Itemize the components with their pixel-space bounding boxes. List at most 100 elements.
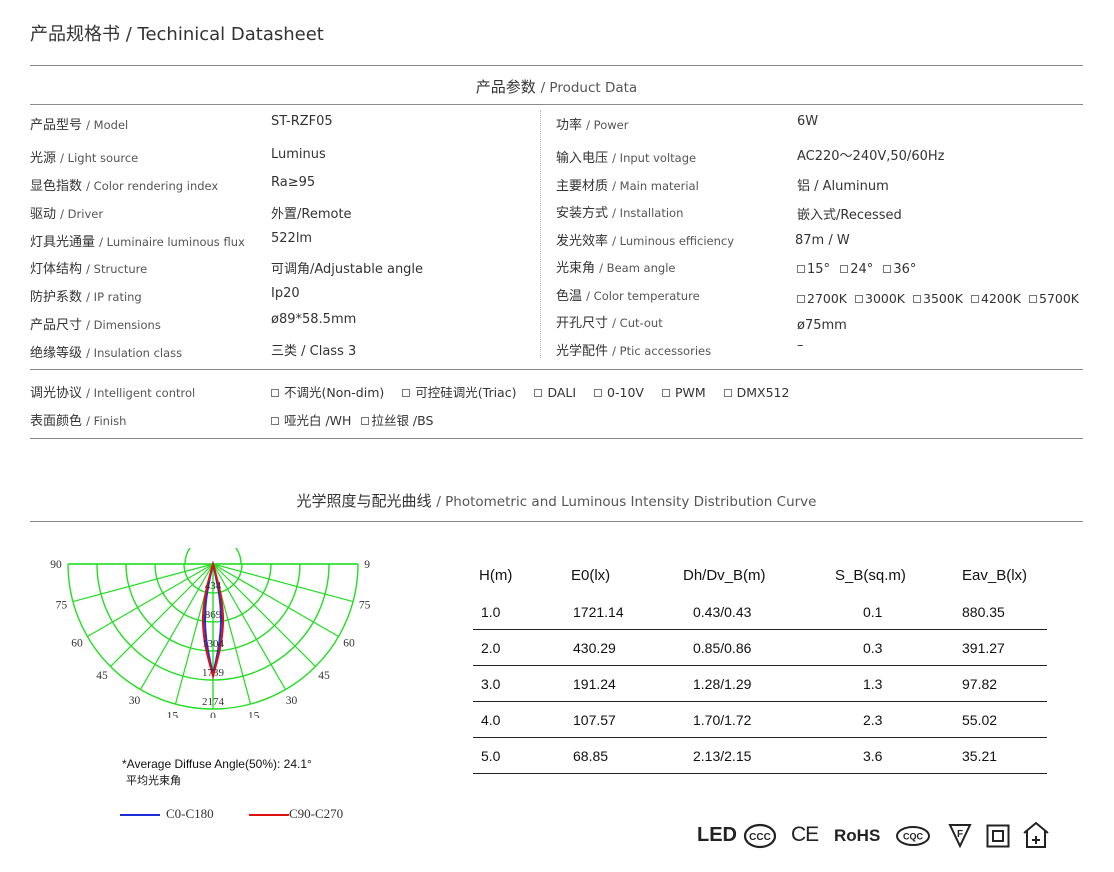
polar-intensity-label: 1739 [202, 667, 225, 679]
spec-value-driver: 外置/Remote [271, 207, 352, 222]
table-row: 5.0 68.85 2.13/2.15 3.6 35.21 [473, 737, 1047, 774]
beam-angle-option[interactable]: 15° [797, 262, 830, 277]
spec-value-ip-rating: Ip20 [271, 286, 300, 301]
divider [30, 65, 1083, 66]
control-option-non-dim[interactable]: 不调光(Non-dim) [271, 382, 384, 401]
diffuse-angle-note: *Average Diffuse Angle(50%): 24.1° [122, 757, 312, 771]
finish-label: 表面颜色 / Finish [30, 414, 127, 429]
led-mark-icon: LED [697, 824, 737, 846]
spec-label-beam-angle: 光束角 / Beam angle [556, 261, 676, 276]
spec-value-installation: 嵌入式/Recessed [797, 208, 902, 223]
table-cell: 0.3 [835, 629, 960, 666]
rohs-mark-icon: RoHS [834, 826, 881, 845]
table-cell: 0.85/0.86 [683, 629, 835, 666]
control-option-dmx512[interactable]: DMX512 [723, 385, 789, 400]
polar-angle-label-left: 90 [50, 559, 62, 571]
table-cell: 2.3 [835, 701, 960, 738]
color-temp-option[interactable]: 3000K [855, 291, 905, 306]
beam-angle-option[interactable]: 24° [840, 262, 873, 277]
spec-label-color-temperature: 色温 / Color temperature [556, 289, 700, 304]
divider [30, 438, 1083, 439]
color-temp-option[interactable]: 3500K [913, 291, 963, 306]
polar-angle-label-zero: 0 [210, 711, 216, 718]
table-cell: 3.0 [473, 665, 571, 702]
table-cell: 2.13/2.15 [683, 737, 835, 774]
legend-label-c0: C0-C180 [166, 806, 214, 821]
table-cell: 97.82 [960, 665, 1047, 702]
spec-value-cri: Ra≥95 [271, 175, 316, 190]
table-cell: 1.3 [835, 665, 960, 702]
finish-option-bs[interactable]: 拉丝银 /BS [361, 410, 433, 429]
svg-text:CQC: CQC [903, 832, 924, 842]
color-temp-option[interactable]: 2700K [797, 291, 847, 306]
legend-line-c0 [120, 814, 160, 816]
divider [30, 369, 1083, 370]
spec-label-driver: 驱动 / Driver [30, 207, 104, 222]
polar-angle-label-left: 30 [129, 695, 141, 707]
divider [30, 521, 1083, 522]
photometric-title: 光学照度与配光曲线 / Photometric and Luminous Int… [30, 490, 1083, 511]
polar-grid-spoke [72, 563, 214, 603]
polar-grid-spoke [212, 563, 316, 667]
table-row: 4.0 107.57 1.70/1.72 2.3 55.02 [473, 701, 1047, 738]
polar-angle-label-left: 75 [56, 600, 68, 612]
table-cell: 0.1 [835, 594, 960, 630]
table-cell: 1721.14 [571, 594, 683, 630]
table-row: 1.0 1721.14 0.43/0.43 0.1 880.35 [473, 594, 1047, 630]
table-cell: 0.43/0.43 [683, 594, 835, 630]
table-header: E0(lx) [571, 566, 611, 584]
spec-value-luminous-flux: 522lm [271, 231, 313, 246]
spec-label-input-voltage: 输入电压 / Input voltage [556, 151, 697, 166]
finish-options: 哑光白 /WH 拉丝银 /BS [271, 410, 433, 429]
spec-label-dimensions: 产品尺寸 / Dimensions [30, 318, 161, 333]
legend-label-c90: C90-C270 [289, 806, 344, 821]
control-option-dali[interactable]: DALI [534, 385, 576, 400]
table-cell: 3.6 [835, 737, 960, 774]
polar-angle-label-left: 45 [96, 670, 108, 682]
f-mark-triangle-icon: F [948, 824, 972, 848]
spec-label-structure: 灯体结构 / Structure [30, 262, 148, 277]
spec-label-model: 产品型号 / Model [30, 118, 129, 133]
color-temp-option[interactable]: 5700K [1029, 291, 1079, 306]
beam-angle-option[interactable]: 36° [883, 262, 916, 277]
polar-angle-label-left: 60 [71, 638, 83, 650]
table-row: 2.0 430.29 0.85/0.86 0.3 391.27 [473, 629, 1047, 666]
photometric-title-en: / Photometric and Luminous Intensity Dis… [436, 494, 817, 510]
table-cell: 5.0 [473, 737, 571, 774]
spec-value-model: ST-RZF05 [271, 114, 333, 129]
spec-label-ip-rating: 防护系数 / IP rating [30, 290, 142, 305]
product-data-title-cn: 产品参数 [475, 78, 536, 96]
polar-intensity-label: 2174 [202, 696, 225, 708]
control-option-0-10v[interactable]: 0-10V [594, 385, 644, 400]
control-label: 调光协议 / Intelligent control [30, 386, 196, 401]
spec-value-input-voltage: AC220～240V,50/60Hz [797, 149, 945, 164]
spec-value-insulation: 三类 / Class 3 [271, 344, 357, 359]
table-cell: 1.28/1.29 [683, 665, 835, 702]
table-cell: 4.0 [473, 701, 571, 738]
photometric-table: H(m) E0(lx) Dh/Dv_B(m) S_B(sq.m) Eav_B(l… [473, 556, 1047, 774]
table-cell: 880.35 [960, 594, 1047, 630]
control-options: 不调光(Non-dim) 可控硅调光(Triac) DALI 0-10V PWM… [271, 382, 789, 401]
table-cell: 55.02 [960, 701, 1047, 738]
color-temperature-options: 2700K 3000K 3500K 4200K 5700K [797, 291, 1079, 306]
table-cell: 68.85 [571, 737, 683, 774]
table-cell: 1.0 [473, 594, 571, 630]
table-cell: 430.29 [571, 629, 683, 666]
table-header-row: H(m) E0(lx) Dh/Dv_B(m) S_B(sq.m) Eav_B(l… [473, 556, 1047, 594]
color-temp-option[interactable]: 4200K [971, 291, 1021, 306]
control-option-triac[interactable]: 可控硅调光(Triac) [402, 382, 516, 401]
finish-option-wh[interactable]: 哑光白 /WH [271, 410, 351, 429]
svg-text:F: F [957, 829, 963, 840]
ccc-mark-icon: CCC [743, 823, 777, 849]
spec-label-power: 功率 / Power [556, 118, 629, 133]
column-divider [540, 110, 541, 358]
cqc-mark-icon: CQC [896, 826, 930, 846]
class-double-square-icon [986, 824, 1010, 848]
table-cell: 2.0 [473, 629, 571, 666]
control-option-pwm[interactable]: PWM [661, 385, 706, 400]
ce-mark-icon: CE [791, 823, 819, 846]
polar-angle-label-right: 75 [359, 600, 370, 612]
spec-label-luminous-flux: 灯具光通量 / Luminaire luminous flux [30, 235, 245, 250]
spec-value-luminous-efficiency: 87m / W [795, 233, 850, 248]
table-header: Dh/Dv_B(m) [683, 566, 766, 584]
